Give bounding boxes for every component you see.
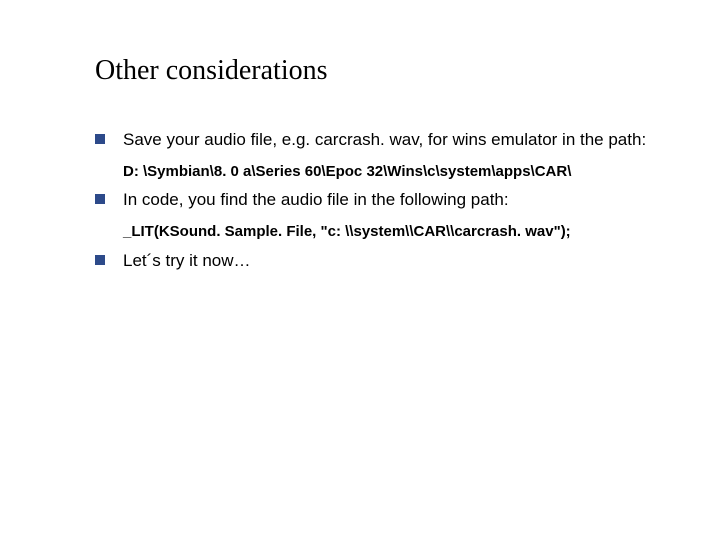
bullet-list: Save your audio file, e.g. carcrash. wav…: [95, 129, 680, 273]
list-item-text: In code, you find the audio file in the …: [123, 190, 509, 209]
list-item-text: Let´s try it now…: [123, 251, 251, 270]
slide: Other considerations Save your audio fil…: [0, 0, 720, 540]
list-item: Save your audio file, e.g. carcrash. wav…: [95, 129, 680, 152]
list-item-text: Save your audio file, e.g. carcrash. wav…: [123, 130, 646, 149]
bullet-square-icon: [95, 255, 105, 265]
list-item-sub: D: \Symbian\8. 0 a\Series 60\Epoc 32\Win…: [123, 162, 680, 182]
list-item-sub: _LIT(KSound. Sample. File, "c: \\system\…: [123, 222, 680, 242]
slide-title: Other considerations: [95, 55, 680, 87]
list-item: Let´s try it now…: [95, 250, 680, 273]
bullet-square-icon: [95, 194, 105, 204]
bullet-square-icon: [95, 134, 105, 144]
list-item: In code, you find the audio file in the …: [95, 189, 680, 212]
